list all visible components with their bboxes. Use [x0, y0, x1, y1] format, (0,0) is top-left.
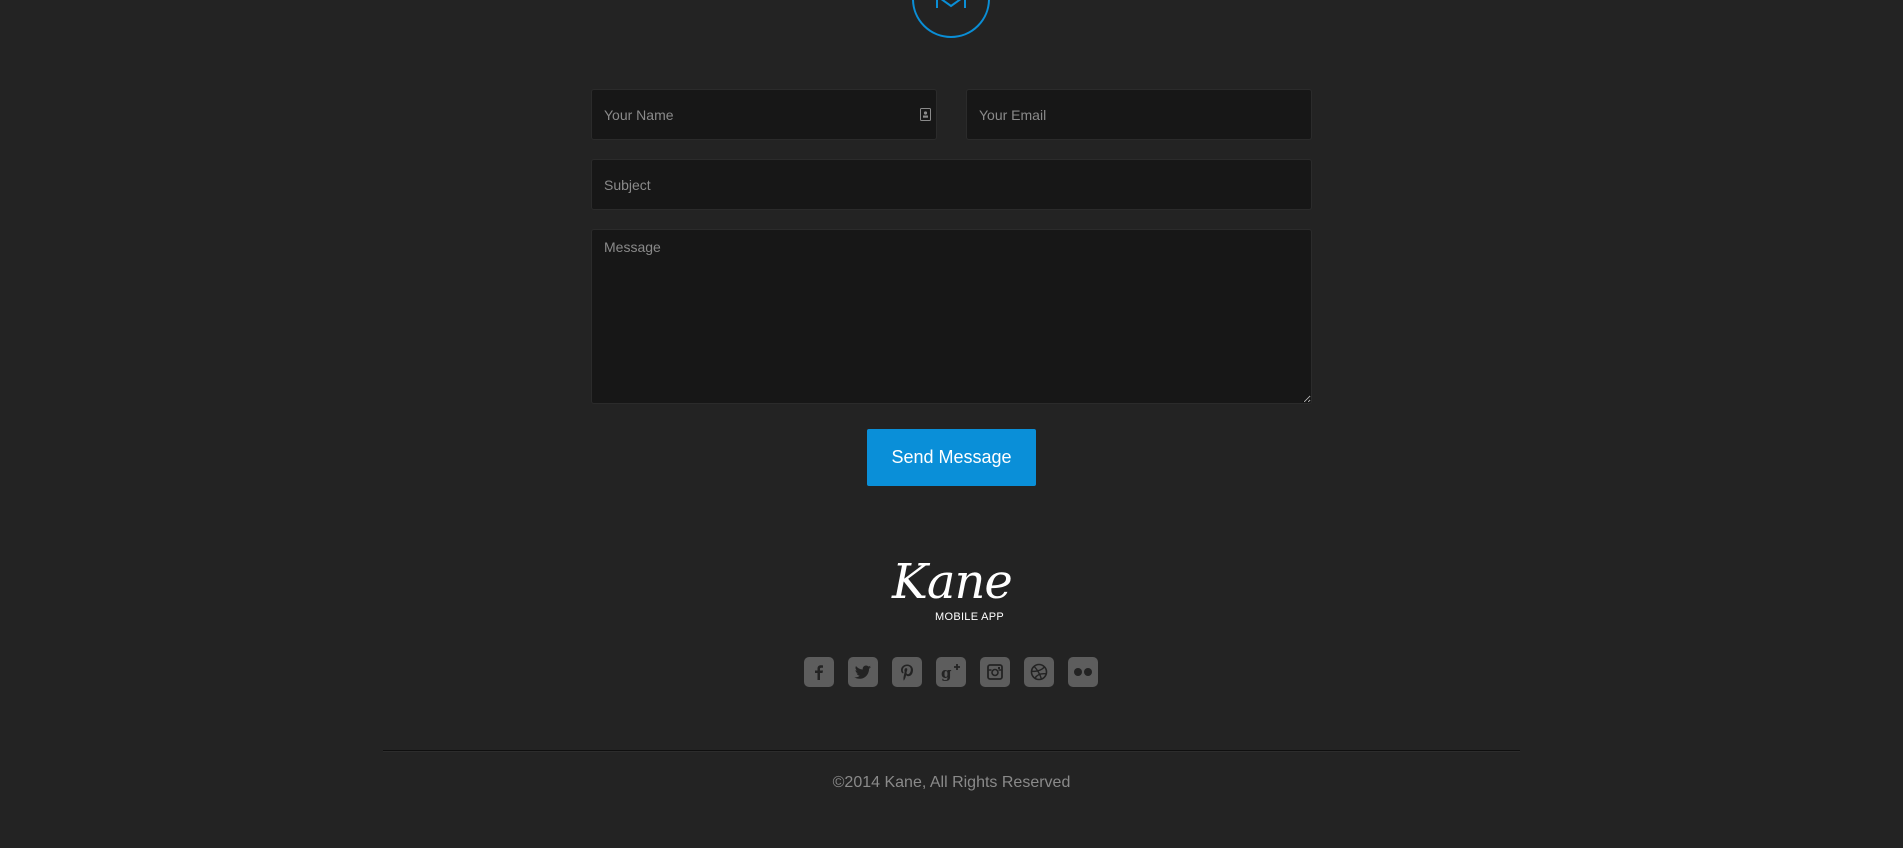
social-links: g — [804, 657, 1098, 687]
logo-wordmark: Kane — [892, 554, 1013, 610]
instagram-icon[interactable] — [980, 657, 1010, 687]
envelope-badge — [912, 0, 990, 38]
dribbble-icon[interactable] — [1024, 657, 1054, 687]
facebook-icon[interactable] — [804, 657, 834, 687]
contact-page: Send Message Kane MOBILE APP g — [0, 0, 1903, 848]
svg-text:g: g — [941, 664, 952, 681]
pinterest-icon[interactable] — [892, 657, 922, 687]
email-input[interactable] — [966, 89, 1312, 140]
message-textarea[interactable] — [591, 229, 1312, 404]
send-message-button[interactable]: Send Message — [867, 429, 1036, 486]
contact-card-icon — [920, 108, 931, 121]
footer-divider — [383, 750, 1520, 752]
twitter-icon[interactable] — [848, 657, 878, 687]
copyright-text: ©2014 Kane, All Rights Reserved — [832, 774, 1071, 791]
kane-logo[interactable]: Kane MOBILE APP — [880, 554, 1025, 626]
name-input[interactable] — [591, 89, 937, 140]
subject-input[interactable] — [591, 159, 1312, 210]
google-plus-icon[interactable]: g — [936, 657, 966, 687]
envelope-icon — [936, 0, 966, 8]
flickr-icon[interactable] — [1068, 657, 1098, 687]
logo-subtitle: MOBILE APP — [935, 611, 1005, 623]
